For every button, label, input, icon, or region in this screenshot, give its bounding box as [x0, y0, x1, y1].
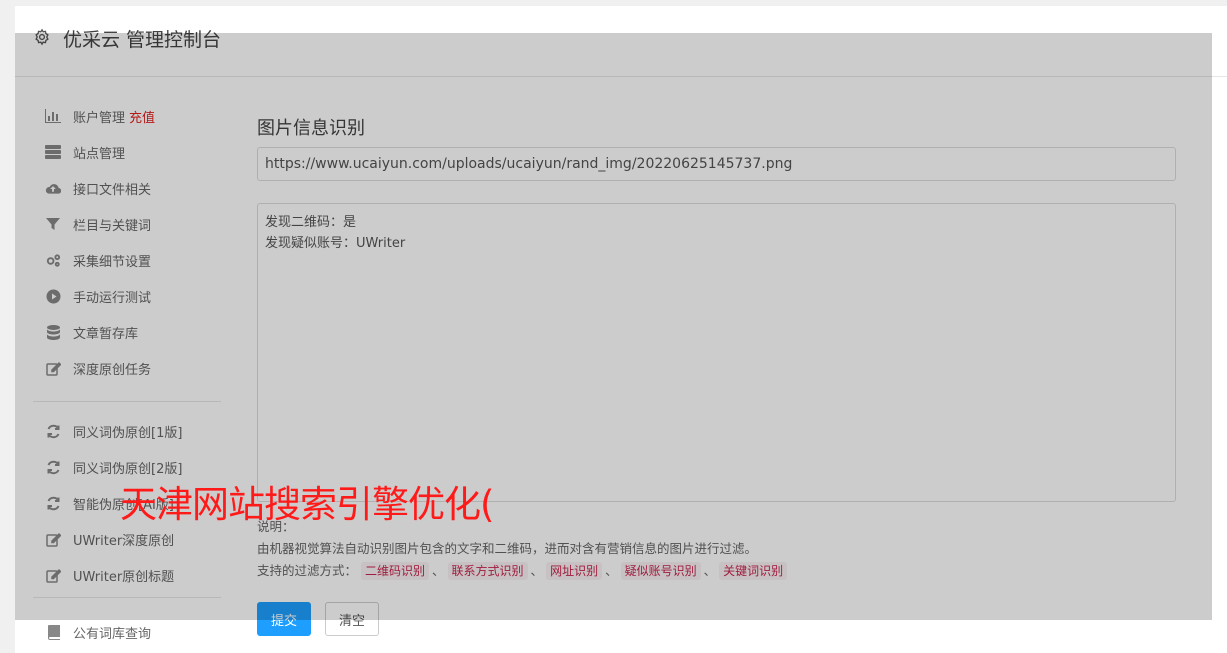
top-header: 优采云 管理控制台: [15, 6, 1227, 77]
edit-icon: [45, 531, 61, 547]
result-qrcode-line: 发现二维码：是: [265, 215, 357, 230]
notes-description: 由机器视觉算法自动识别图片包含的文字和二维码，进而对含有营销信息的图片进行过滤。: [257, 541, 758, 556]
separator: 、: [432, 563, 445, 578]
submit-button[interactable]: 提交: [257, 602, 311, 636]
filter-tag-contact: 联系方式识别: [447, 562, 528, 580]
refresh-icon: [45, 495, 61, 511]
sidebar-item-columns-keywords[interactable]: 栏目与关键词: [15, 209, 222, 239]
sidebar-item-label: 栏目与关键词: [73, 218, 152, 234]
recharge-link[interactable]: 充值: [129, 107, 155, 126]
watermark-text: 天津网站搜索引擎优化(: [120, 483, 494, 526]
separator: 、: [530, 563, 544, 578]
sidebar-item-manual-run[interactable]: 手动运行测试: [15, 281, 222, 311]
sidebar-divider: [33, 401, 221, 402]
sidebar-item-deep-original[interactable]: 深度原创任务: [15, 353, 222, 383]
gear-icon: [35, 28, 49, 46]
sidebar-item-label: UWriter深度原创: [73, 533, 175, 549]
refresh-icon: [45, 423, 61, 439]
filter-icon: [45, 216, 61, 232]
console-title: 优采云 管理控制台: [63, 29, 222, 51]
sidebar-item-uwriter-deep[interactable]: UWriter深度原创: [15, 524, 222, 554]
play-circle-icon: [45, 288, 61, 304]
sidebar-item-label: 深度原创任务: [73, 362, 152, 378]
sidebar-item-account[interactable]: 账户管理 充值: [15, 101, 222, 131]
page-title: 图片信息识别: [257, 118, 365, 139]
book-icon: [45, 624, 61, 640]
sidebar-item-label: 手动运行测试: [73, 290, 152, 306]
sidebar-item-label: 同义词伪原创[1版]: [73, 425, 183, 441]
image-url-input[interactable]: [257, 147, 1176, 181]
sidebar-item-label: 接口文件相关: [73, 182, 152, 198]
sidebar-item-label: 公有词库查询: [73, 626, 152, 642]
edit-icon: [45, 567, 61, 583]
cloud-upload-icon: [45, 180, 61, 196]
separator: 、: [605, 563, 618, 578]
filter-label: 支持的过滤方式：: [257, 563, 358, 578]
bar-chart-icon: [45, 108, 61, 124]
sidebar: 账户管理 充值 站点管理 接口文件相关 栏目与关键词 采集细节设置 手动运行测试…: [15, 78, 222, 653]
sidebar-item-api-files[interactable]: 接口文件相关: [15, 173, 222, 203]
sidebar-item-public-lexicon[interactable]: 公有词库查询: [15, 617, 222, 647]
result-textarea[interactable]: 发现二维码：是 发现疑似账号：UWriter: [257, 203, 1176, 502]
filter-tag-qrcode: 二维码识别: [361, 562, 430, 580]
sidebar-divider: [33, 597, 221, 598]
sidebar-item-uwriter-title[interactable]: UWriter原创标题: [15, 560, 222, 590]
edit-icon: [45, 360, 61, 376]
sidebar-item-sites[interactable]: 站点管理: [15, 137, 222, 167]
sidebar-item-synonym-v1[interactable]: 同义词伪原创[1版]: [15, 416, 222, 446]
gears-icon: [45, 252, 61, 268]
clear-button[interactable]: 清空: [325, 602, 379, 636]
filter-tag-keyword: 关键词识别: [719, 562, 788, 580]
refresh-icon: [45, 459, 61, 475]
server-icon: [45, 144, 61, 160]
sidebar-item-label: UWriter原创标题: [73, 569, 175, 585]
result-account-line: 发现疑似账号：UWriter: [265, 236, 406, 251]
separator: 、: [703, 563, 717, 578]
sidebar-item-label: 站点管理: [73, 146, 126, 162]
sidebar-item-collect-settings[interactable]: 采集细节设置: [15, 245, 222, 275]
sidebar-item-label: 账户管理: [73, 110, 126, 126]
filter-tag-account: 疑似账号识别: [620, 562, 701, 580]
sidebar-item-label: 文章暂存库: [73, 326, 139, 342]
database-icon: [45, 324, 61, 340]
sidebar-item-label: 采集细节设置: [73, 254, 152, 270]
filter-tag-url: 网址识别: [546, 562, 603, 580]
app-frame: 优采云 管理控制台 账户管理 充值 站点管理 接口文件相关 栏目与关键词 采集细…: [15, 6, 1227, 653]
filter-methods: 支持的过滤方式： 二维码识别、联系方式识别、网址识别、疑似账号识别、关键词识别: [257, 560, 1176, 582]
sidebar-item-article-storage[interactable]: 文章暂存库: [15, 317, 222, 347]
